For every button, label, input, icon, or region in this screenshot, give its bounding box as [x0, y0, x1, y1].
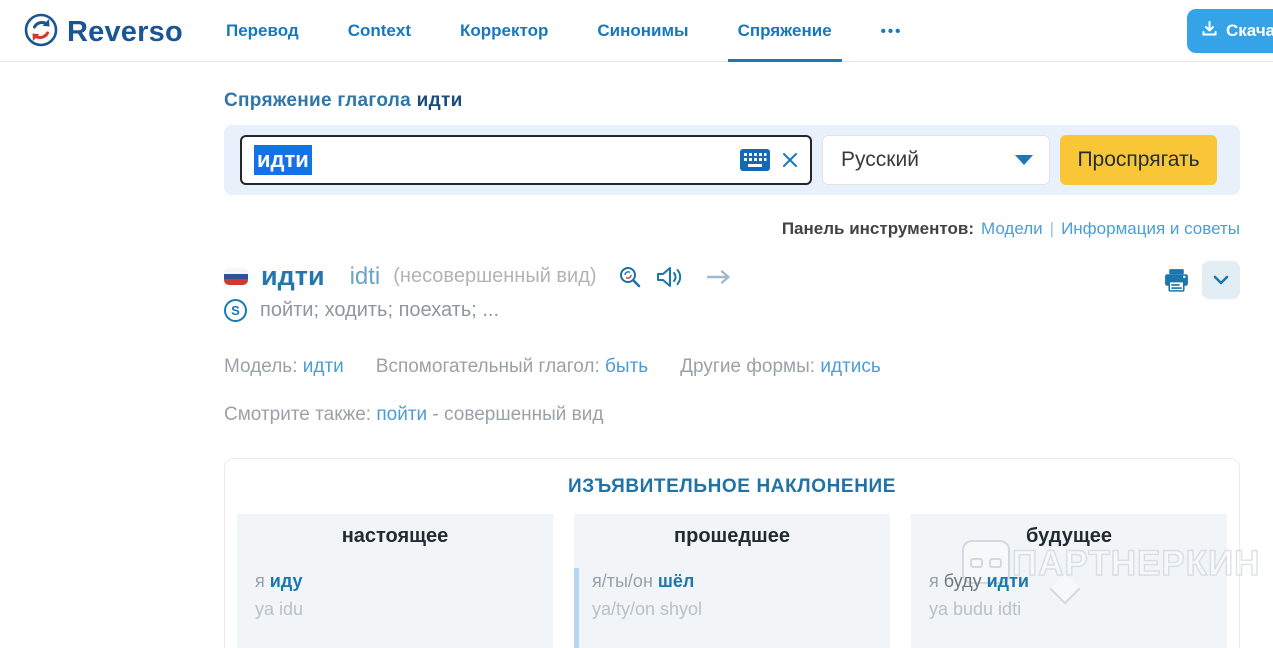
auxiliary-group: Вспомогательный глагол: быть: [376, 356, 648, 378]
tense-column-future: будущее я буду идти ya budu idti: [911, 514, 1227, 648]
verb-actions: [1163, 261, 1240, 299]
tense-header-present: настоящее: [341, 525, 449, 547]
print-icon[interactable]: [1163, 268, 1190, 293]
main-nav: Перевод Context Корректор Синонимы Спряж…: [220, 0, 945, 62]
reverso-logo-icon: [24, 13, 58, 52]
tense-header-past: прошедшее: [674, 525, 790, 547]
model-group: Модель: идти: [224, 356, 344, 378]
nav-item-conjugation-active[interactable]: Спряжение: [727, 0, 842, 62]
virtual-keyboard-icon[interactable]: [740, 149, 770, 171]
auxiliary-text: буду: [943, 571, 987, 591]
search-input-icons: [740, 137, 800, 183]
page-title-prefix: Спряжение глагола: [224, 90, 417, 111]
tense-columns: настоящее я иду ya idu прошедшее я/ты/он…: [237, 514, 1227, 648]
download-button-label: Скачать: [1226, 21, 1273, 40]
verb-form-text: иду: [269, 571, 303, 591]
tools-label: Панель инструментов:: [781, 219, 974, 238]
tense-column-past: прошедшее я/ты/он шёл ya/ty/on shyol: [574, 514, 890, 648]
transliteration-text: ya budu idti: [929, 599, 1022, 619]
nav-item-context[interactable]: Context: [342, 0, 417, 62]
other-forms-link[interactable]: идтись: [820, 356, 880, 377]
see-also-label: Смотрите также:: [224, 404, 372, 425]
clear-input-icon[interactable]: [780, 150, 800, 170]
page: Reverso Перевод Context Корректор Синони…: [0, 0, 1273, 648]
synonyms-text: пойти; ходить; поехать; ...: [260, 299, 500, 321]
reverso-logo-text: Reverso: [67, 16, 183, 48]
download-icon: [1201, 20, 1218, 42]
expand-chevron-button[interactable]: [1202, 261, 1240, 299]
download-button[interactable]: Скачать: [1187, 9, 1273, 53]
pronoun-text: я: [929, 571, 944, 591]
top-navigation-bar: Reverso Перевод Context Корректор Синони…: [0, 0, 1273, 62]
search-input-selected-text: идти: [254, 145, 312, 175]
conjugate-button[interactable]: Проспрягать: [1060, 135, 1217, 185]
tools-separator: |: [1049, 219, 1055, 238]
auxiliary-link[interactable]: быть: [605, 356, 648, 377]
conjugation-row[interactable]: я/ты/он шёл: [592, 571, 890, 592]
see-also-link[interactable]: пойти: [376, 404, 427, 425]
pronoun-text: я/ты/он: [592, 571, 658, 591]
verb-form-text: шёл: [657, 571, 695, 591]
verb-meta-row: Модель: идти Вспомогательный глагол: быт…: [224, 356, 1240, 378]
model-link[interactable]: идти: [303, 356, 344, 377]
verb-aspect: (несовершенный вид): [393, 265, 597, 287]
search-panel: идти Русский Проспрягать: [224, 125, 1240, 195]
nav-item-translation[interactable]: Перевод: [220, 0, 305, 62]
search-context-icon[interactable]: [618, 265, 642, 289]
nav-item-corrector[interactable]: Корректор: [454, 0, 554, 62]
page-title: Спряжение глагола идти: [224, 90, 1240, 112]
verb-header: идти idti (несовершенный вид) S пойти; х…: [224, 261, 1240, 322]
conjugation-row[interactable]: я иду: [255, 571, 553, 592]
see-also-row: Смотрите также: пойти - совершенный вид: [224, 404, 1240, 426]
pronoun-text: я: [255, 571, 270, 591]
transliteration-text: ya/ty/on shyol: [592, 599, 703, 619]
verb-search-input[interactable]: идти: [240, 135, 812, 185]
info-tips-link[interactable]: Информация и советы: [1061, 219, 1240, 239]
conjugation-rows: я буду идти ya budu idti: [911, 571, 1227, 620]
language-dropdown[interactable]: Русский: [822, 135, 1050, 185]
main-content: Спряжение глагола идти идти Русский Прос…: [0, 90, 1273, 648]
synonyms-icon: S: [224, 299, 247, 322]
arrow-right-icon[interactable]: [706, 269, 732, 285]
other-forms-group: Другие формы: идтись: [680, 356, 881, 378]
model-label: Модель:: [224, 356, 298, 377]
nav-more-button[interactable]: •••: [875, 0, 909, 62]
page-title-verb: идти: [416, 90, 463, 111]
reverso-logo[interactable]: Reverso: [24, 13, 183, 52]
mood-section-title: ИЗЪЯВИТЕЛЬНОЕ НАКЛОНЕНИЕ: [567, 476, 897, 497]
tense-header-future: будущее: [1026, 525, 1112, 547]
language-dropdown-value: Русский: [841, 148, 919, 171]
russian-flag-icon: [224, 268, 248, 285]
verb-form-text: идти: [986, 571, 1029, 591]
conjugation-rows: я иду ya idu: [237, 571, 553, 620]
nav-item-synonyms[interactable]: Синонимы: [591, 0, 694, 62]
conjugation-card: ИЗЪЯВИТЕЛЬНОЕ НАКЛОНЕНИЕ настоящее я иду…: [224, 458, 1240, 648]
chevron-down-icon: [1015, 155, 1033, 165]
other-forms-label: Другие формы:: [680, 356, 816, 377]
tools-row: Панель инструментов: Модели | Информация…: [224, 219, 1240, 239]
auxiliary-label: Вспомогательный глагол:: [375, 356, 600, 377]
tense-column-present: настоящее я иду ya idu: [237, 514, 553, 648]
pronounce-speaker-icon[interactable]: [655, 265, 685, 289]
models-link[interactable]: Модели: [981, 219, 1043, 239]
transliteration-text: ya idu: [255, 599, 304, 619]
conjugation-rows: я/ты/он шёл ya/ty/on shyol: [574, 571, 890, 620]
conjugation-row[interactable]: я буду идти: [929, 571, 1227, 592]
see-also-suffix: - совершенный вид: [427, 404, 604, 425]
verb-line: идти idti (несовершенный вид): [224, 261, 1240, 292]
verb-transliteration: idti: [349, 262, 381, 290]
synonyms-line: S пойти; ходить; поехать; ...: [224, 299, 1240, 322]
verb-word: идти: [261, 261, 325, 291]
